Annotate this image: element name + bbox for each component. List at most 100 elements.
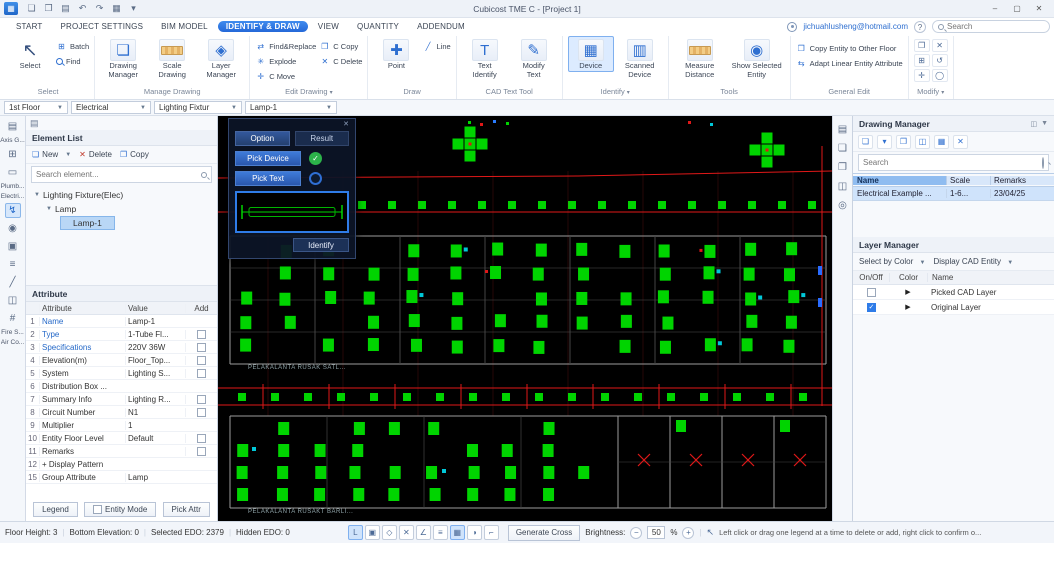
chevron-down-icon[interactable]: ▼ — [1041, 120, 1048, 128]
group-label-modify[interactable]: Modify▾ — [914, 87, 948, 99]
panel-list-icon[interactable]: ▤ — [838, 124, 847, 135]
drawing-search-box[interactable] — [858, 154, 1049, 171]
attribute-row[interactable]: 8Circuit NumberN1 — [26, 406, 217, 419]
attribute-row[interactable]: 7Summary InfoLighting R... — [26, 393, 217, 406]
delete-element-button[interactable]: ✕Delete — [79, 150, 112, 159]
attribute-row[interactable]: 6Distribution Box ... — [26, 380, 217, 393]
attribute-row[interactable]: 2Type1-Tube Fl... — [26, 328, 217, 341]
split-view-icon[interactable]: ◫ — [838, 181, 847, 192]
point-tool-button[interactable]: ✚Point — [373, 36, 419, 72]
element-search-box[interactable] — [31, 166, 212, 183]
snap-toggle-4[interactable]: ✕ — [399, 525, 414, 540]
pick-device-button[interactable]: Pick Device — [235, 151, 301, 166]
attribute-row[interactable]: 4Elevation(m)Floor_Top... — [26, 354, 217, 367]
layer-visibility-checkbox[interactable] — [867, 288, 876, 297]
help-icon[interactable]: ? — [914, 21, 926, 33]
attr-value[interactable]: Lamp-1 — [125, 317, 185, 326]
snap-toggle-5[interactable]: ∠ — [416, 525, 431, 540]
new-element-button[interactable]: ❏New▼ — [32, 150, 71, 159]
locate-icon[interactable]: ◎ — [838, 200, 847, 211]
copy-element-button[interactable]: ❐Copy — [120, 150, 149, 159]
copy-drawing-icon[interactable]: ❐ — [896, 135, 911, 149]
view-icon[interactable]: ▦ — [110, 2, 123, 15]
account-avatar-icon[interactable] — [787, 22, 797, 32]
device-identify-button[interactable]: ▦Device — [568, 36, 614, 72]
legend-button[interactable]: Legend — [33, 502, 78, 517]
attr-value[interactable]: 1 — [125, 421, 185, 430]
nav-label-airco[interactable]: Air Co... — [1, 339, 24, 346]
add-checkbox[interactable] — [197, 356, 206, 365]
element-panel-menu-icon[interactable]: ▤ — [30, 118, 39, 129]
display-cad-entity-dropdown[interactable]: Display CAD Entity ▼ — [933, 257, 1013, 266]
scanned-device-button[interactable]: ▥Scanned Device — [617, 36, 663, 80]
group-label-edit-drawing[interactable]: Edit Drawing▾ — [255, 87, 362, 99]
ribbon-tab-view[interactable]: VIEW — [310, 21, 347, 32]
socket-icon[interactable]: ◉ — [5, 221, 21, 236]
ribbon-search-input[interactable] — [947, 22, 1044, 31]
select-by-color-dropdown[interactable]: Select by Color ▼ — [859, 257, 925, 266]
modify-tool-icon-5[interactable]: ✛ — [914, 69, 930, 82]
modify-tool-icon-1[interactable]: ❐ — [914, 39, 930, 52]
minimize-button[interactable]: – — [984, 1, 1006, 16]
floor-dropdown[interactable]: 1st Floor▼ — [4, 101, 68, 114]
attribute-row[interactable]: 10Entity Floor LevelDefault — [26, 432, 217, 445]
snap-toggle-7[interactable]: ▦ — [450, 525, 465, 540]
equipment-icon[interactable]: ◫ — [5, 293, 21, 308]
ribbon-tab-project-settings[interactable]: PROJECT SETTINGS — [52, 21, 151, 32]
snap-toggle-2[interactable]: ▣ — [365, 525, 380, 540]
lighting-fixture-icon[interactable]: ↯ — [5, 203, 21, 218]
layer-color-swatch[interactable]: ▶ — [889, 303, 927, 311]
adapt-linear-entity-button[interactable]: ⇆Adapt Linear Entity Attribute — [796, 57, 903, 69]
modify-tool-icon-6[interactable]: ◯ — [932, 69, 948, 82]
attribute-row[interactable]: 11Remarks — [26, 445, 217, 458]
copy-entity-other-floor-button[interactable]: ❐Copy Entity to Other Floor — [796, 42, 903, 54]
pick-text-button[interactable]: Pick Text — [235, 171, 301, 186]
attr-value[interactable]: Lighting S... — [125, 369, 185, 378]
modify-tool-icon-4[interactable]: ↺ — [932, 54, 948, 67]
cad-viewport[interactable]: PELAKALANTA RUSAK SATL... PELAKALANTA RU… — [218, 116, 832, 521]
layer-row[interactable]: ▶Picked CAD Layer — [853, 285, 1054, 300]
brightness-increase-icon[interactable]: + — [682, 527, 694, 539]
add-checkbox[interactable] — [197, 408, 206, 417]
attr-value[interactable]: 220V 36W — [125, 343, 185, 352]
wiring-icon[interactable]: # — [5, 311, 21, 326]
find-button[interactable]: Find — [56, 55, 89, 67]
redo-icon[interactable]: ↷ — [93, 2, 106, 15]
attribute-row[interactable]: 5SystemLighting S... — [26, 367, 217, 380]
cable-tray-icon[interactable]: ≡ — [5, 257, 21, 272]
show-selected-entity-button[interactable]: ◉Show Selected Entity — [729, 36, 785, 80]
modify-tool-icon-3[interactable]: ⊞ — [914, 54, 930, 67]
explode-button[interactable]: ✳Explode — [255, 55, 316, 67]
attribute-row[interactable]: 12+ Display Pattern — [26, 458, 217, 471]
drawing-search-input[interactable] — [863, 158, 1038, 167]
scale-drawing-button[interactable]: Scale Drawing — [149, 36, 195, 80]
maximize-button[interactable]: ▢ — [1006, 1, 1028, 16]
ribbon-tab-addendum[interactable]: ADDENDUM — [409, 21, 473, 32]
entity-mode-button[interactable]: Entity Mode — [84, 502, 156, 517]
add-drawing-dropdown-icon[interactable]: ▾ — [877, 135, 892, 149]
ribbon-tab-quantity[interactable]: QUANTITY — [349, 21, 407, 32]
c-move-button[interactable]: ✛C Move — [255, 70, 316, 82]
drawing-row[interactable]: Electrical Example ...1-6...23/04/25 — [853, 187, 1054, 201]
attribute-row[interactable]: 3Specifications220V 36W — [26, 341, 217, 354]
tree-node-element-selected[interactable]: Lamp-1 — [26, 216, 217, 230]
tree-node-group[interactable]: ▼Lamp — [26, 202, 217, 216]
attribute-row[interactable]: 15Group AttributeLamp — [26, 471, 217, 484]
attr-value[interactable]: 1-Tube Fl... — [125, 330, 185, 339]
line-tool-button[interactable]: ╱Line — [422, 40, 450, 52]
modify-tool-icon-2[interactable]: ✕ — [932, 39, 948, 52]
c-delete-button[interactable]: ✕C Delete — [319, 55, 362, 67]
add-checkbox[interactable] — [197, 369, 206, 378]
text-identify-button[interactable]: TText Identify — [462, 36, 508, 80]
close-icon[interactable]: ✕ — [235, 121, 349, 129]
add-checkbox[interactable] — [197, 330, 206, 339]
dialog-tab-result[interactable]: Result — [295, 131, 350, 146]
attr-value[interactable]: Lamp — [125, 473, 185, 482]
brightness-decrease-icon[interactable]: − — [630, 527, 642, 539]
customize-quick-access-icon[interactable]: ▾ — [127, 2, 140, 15]
attribute-row[interactable]: 1NameLamp-1 — [26, 315, 217, 328]
nav-label-fires[interactable]: Fire S... — [1, 329, 24, 336]
add-checkbox[interactable] — [197, 447, 206, 456]
sheet-icon[interactable]: ❏ — [838, 143, 847, 154]
distribution-box-icon[interactable]: ▣ — [5, 239, 21, 254]
